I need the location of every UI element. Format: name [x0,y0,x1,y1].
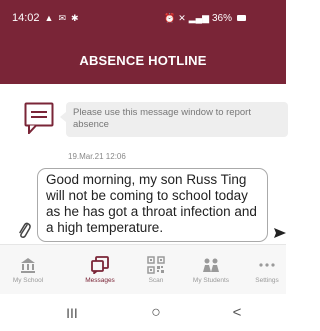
app-header: ABSENCE HOTLINE [0,36,286,84]
paperclip-icon[interactable] [17,220,31,240]
messages-icon [90,255,110,275]
message-icon [24,102,54,134]
send-icon[interactable] [274,227,286,239]
alarm-icon: ⏰ [164,12,176,23]
signal-icon: ▂▄▆ [188,12,209,23]
students-icon [201,255,221,275]
back-button[interactable]: < [217,294,257,331]
battery-icon [237,15,247,21]
chat-area[interactable]: Please use this message window to report… [0,84,288,242]
status-bar: 14:02 ▲ ✉ ✱ ⏰ ✕ ▂▄▆ 36% [0,0,286,36]
clock: 14:02 [12,12,40,24]
nav-label: Settings [255,277,279,284]
nav-label: My Students [192,277,230,284]
app-icon: ✱ [71,12,79,23]
nav-label: Messages [85,277,115,284]
incoming-message: Please use this message window to report… [66,102,288,137]
nav-label: My School [12,277,44,284]
nav-my-school[interactable]: My School [2,245,54,295]
nav-label: Scan [148,277,164,284]
more-icon [257,255,277,275]
school-icon [18,255,38,275]
notification-icon: ▲ [44,12,54,23]
nav-settings[interactable]: Settings [246,245,288,295]
qr-icon [146,255,166,275]
battery-percent: 36% [212,12,233,24]
home-button[interactable]: ○ [136,294,176,331]
nav-scan[interactable]: Scan [130,245,182,295]
nav-my-students[interactable]: My Students [184,245,238,295]
system-nav-bar: III ○ < [0,294,286,331]
mail-icon: ✉ [58,12,66,23]
message-input[interactable]: Good morning, my son Russ Ting will not … [37,168,268,242]
mute-icon: ✕ [178,12,186,23]
recents-button[interactable]: III [52,294,92,331]
page-title: ABSENCE HOTLINE [79,52,207,68]
message-timestamp: 19.Mar.21 12:06 [68,152,126,161]
bottom-nav: My School Messages Scan My Students Sett… [0,244,286,294]
nav-messages[interactable]: Messages [74,245,126,295]
